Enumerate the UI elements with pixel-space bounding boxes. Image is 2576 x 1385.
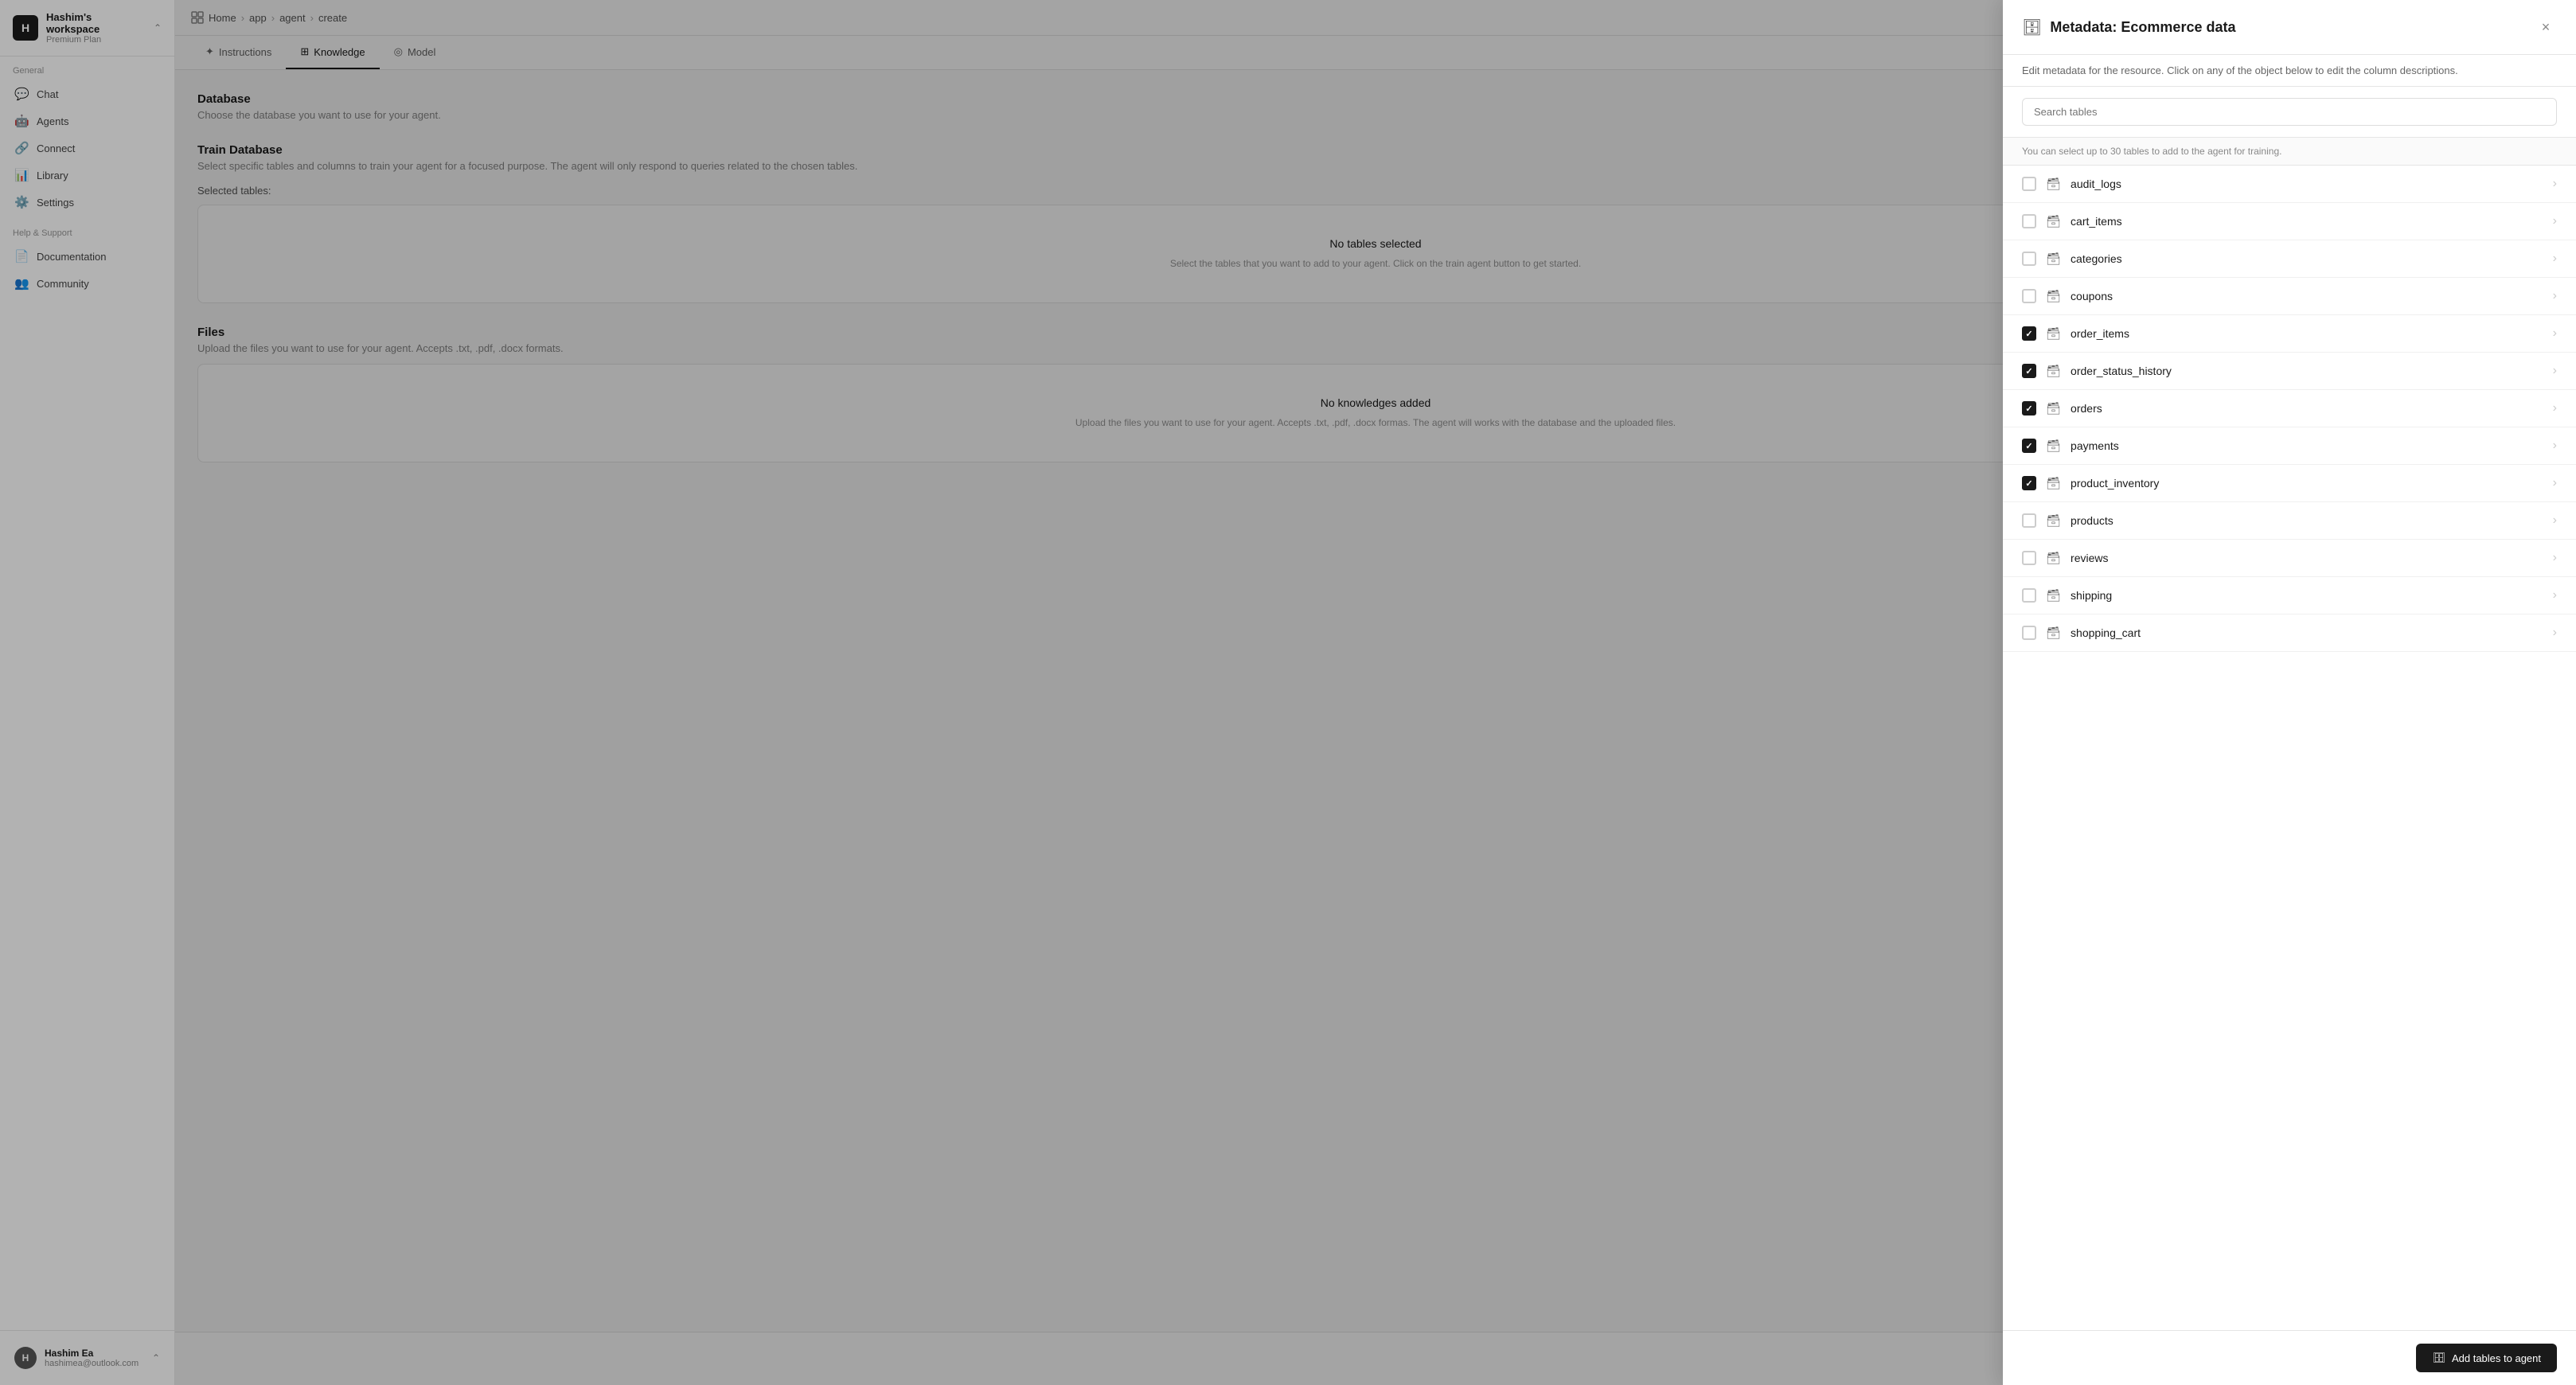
- table-row-arrow-icon[interactable]: ›: [2553, 401, 2557, 416]
- table-db-icon: 🗃: [2046, 326, 2061, 341]
- table-name: shipping: [2071, 589, 2543, 602]
- table-row-arrow-icon[interactable]: ›: [2553, 289, 2557, 303]
- table-checkbox-order_items[interactable]: [2022, 326, 2036, 341]
- table-db-icon: 🗃: [2046, 439, 2061, 453]
- table-row-arrow-icon[interactable]: ›: [2553, 252, 2557, 266]
- modal-search-container: [2003, 87, 2576, 138]
- modal-overlay: 🗄 Metadata: Ecommerce data × Edit metada…: [0, 0, 2576, 1385]
- table-name: shopping_cart: [2071, 626, 2543, 639]
- table-row[interactable]: 🗃 orders ›: [2003, 390, 2576, 427]
- table-db-icon: 🗃: [2046, 364, 2061, 378]
- table-name: reviews: [2071, 552, 2543, 564]
- add-tables-icon: 🗄: [2432, 1352, 2445, 1364]
- modal-header: 🗄 Metadata: Ecommerce data ×: [2003, 0, 2576, 55]
- table-name: payments: [2071, 439, 2543, 452]
- modal-footer: 🗄 Add tables to agent: [2003, 1330, 2576, 1385]
- table-checkbox-categories[interactable]: [2022, 252, 2036, 266]
- table-db-icon: 🗃: [2046, 401, 2061, 416]
- search-input[interactable]: [2022, 98, 2557, 126]
- table-checkbox-product_inventory[interactable]: [2022, 476, 2036, 490]
- modal-hint: You can select up to 30 tables to add to…: [2003, 138, 2576, 166]
- table-db-icon: 🗃: [2046, 588, 2061, 603]
- table-row-arrow-icon[interactable]: ›: [2553, 177, 2557, 191]
- table-row[interactable]: 🗃 reviews ›: [2003, 540, 2576, 577]
- table-checkbox-audit_logs[interactable]: [2022, 177, 2036, 191]
- table-row[interactable]: 🗃 categories ›: [2003, 240, 2576, 278]
- modal-db-icon: 🗄: [2022, 18, 2042, 37]
- table-row-arrow-icon[interactable]: ›: [2553, 326, 2557, 341]
- table-row-arrow-icon[interactable]: ›: [2553, 476, 2557, 490]
- table-name: order_status_history: [2071, 365, 2543, 377]
- modal-subtitle: Edit metadata for the resource. Click on…: [2003, 55, 2576, 87]
- table-name: orders: [2071, 402, 2543, 415]
- table-name: categories: [2071, 252, 2543, 265]
- table-row[interactable]: 🗃 products ›: [2003, 502, 2576, 540]
- table-row-arrow-icon[interactable]: ›: [2553, 551, 2557, 565]
- table-db-icon: 🗃: [2046, 252, 2061, 266]
- table-row[interactable]: 🗃 coupons ›: [2003, 278, 2576, 315]
- table-row[interactable]: 🗃 order_status_history ›: [2003, 353, 2576, 390]
- table-row[interactable]: 🗃 order_items ›: [2003, 315, 2576, 353]
- modal-close-button[interactable]: ×: [2535, 16, 2557, 38]
- table-row-arrow-icon[interactable]: ›: [2553, 588, 2557, 603]
- table-row[interactable]: 🗃 shopping_cart ›: [2003, 614, 2576, 652]
- table-checkbox-reviews[interactable]: [2022, 551, 2036, 565]
- table-db-icon: 🗃: [2046, 513, 2061, 528]
- table-name: products: [2071, 514, 2543, 527]
- table-name: coupons: [2071, 290, 2543, 302]
- table-row[interactable]: 🗃 shipping ›: [2003, 577, 2576, 614]
- table-db-icon: 🗃: [2046, 289, 2061, 303]
- table-checkbox-products[interactable]: [2022, 513, 2036, 528]
- table-row[interactable]: 🗃 cart_items ›: [2003, 203, 2576, 240]
- table-checkbox-shopping_cart[interactable]: [2022, 626, 2036, 640]
- table-row-arrow-icon[interactable]: ›: [2553, 364, 2557, 378]
- modal: 🗄 Metadata: Ecommerce data × Edit metada…: [2003, 0, 2576, 1385]
- table-checkbox-shipping[interactable]: [2022, 588, 2036, 603]
- table-checkbox-coupons[interactable]: [2022, 289, 2036, 303]
- table-checkbox-order_status_history[interactable]: [2022, 364, 2036, 378]
- table-row-arrow-icon[interactable]: ›: [2553, 439, 2557, 453]
- table-name: product_inventory: [2071, 477, 2543, 490]
- modal-body: 🗃 audit_logs › 🗃 cart_items › 🗃 categories › 🗃 cou…: [2003, 166, 2576, 1330]
- table-db-icon: 🗃: [2046, 214, 2061, 228]
- table-row-arrow-icon[interactable]: ›: [2553, 626, 2557, 640]
- modal-title-row: 🗄 Metadata: Ecommerce data: [2022, 18, 2235, 37]
- table-db-icon: 🗃: [2046, 177, 2061, 191]
- table-row-arrow-icon[interactable]: ›: [2553, 214, 2557, 228]
- table-row[interactable]: 🗃 payments ›: [2003, 427, 2576, 465]
- table-db-icon: 🗃: [2046, 551, 2061, 565]
- table-row[interactable]: 🗃 audit_logs ›: [2003, 166, 2576, 203]
- table-db-icon: 🗃: [2046, 626, 2061, 640]
- table-checkbox-payments[interactable]: [2022, 439, 2036, 453]
- table-name: order_items: [2071, 327, 2543, 340]
- table-name: audit_logs: [2071, 178, 2543, 190]
- table-row-arrow-icon[interactable]: ›: [2553, 513, 2557, 528]
- table-db-icon: 🗃: [2046, 476, 2061, 490]
- modal-title: Metadata: Ecommerce data: [2050, 19, 2235, 36]
- table-checkbox-orders[interactable]: [2022, 401, 2036, 416]
- add-tables-button[interactable]: 🗄 Add tables to agent: [2416, 1344, 2557, 1372]
- table-row[interactable]: 🗃 product_inventory ›: [2003, 465, 2576, 502]
- table-name: cart_items: [2071, 215, 2543, 228]
- table-checkbox-cart_items[interactable]: [2022, 214, 2036, 228]
